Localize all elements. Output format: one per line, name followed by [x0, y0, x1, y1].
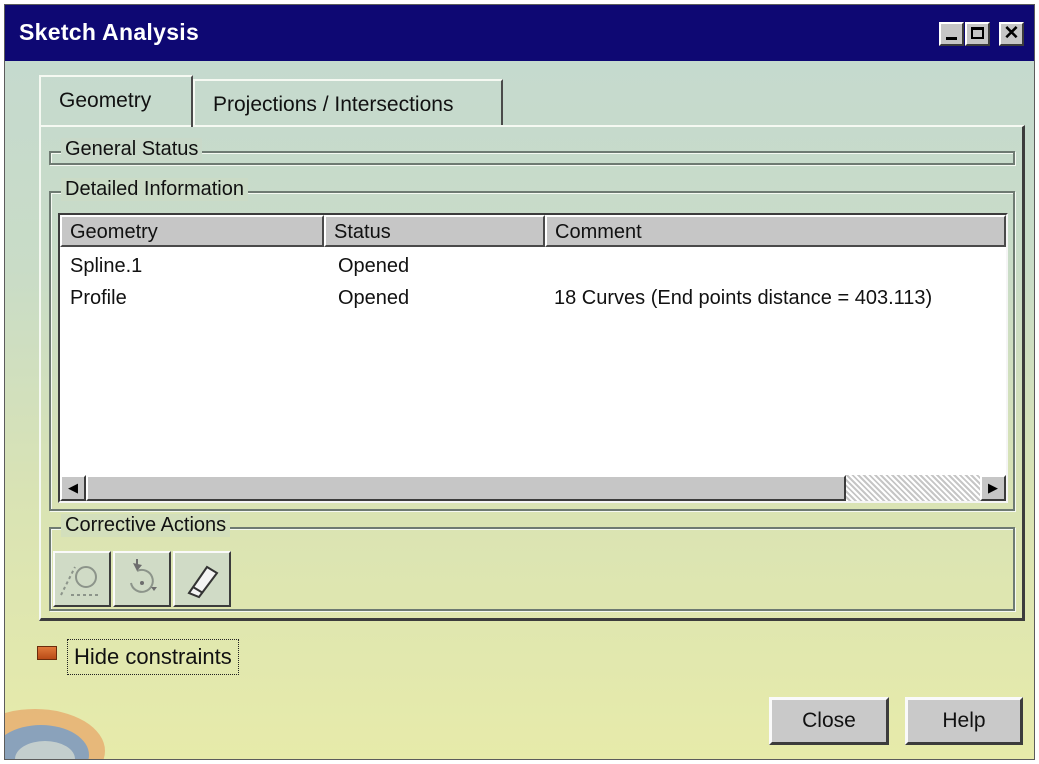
- title-bar[interactable]: Sketch Analysis ✕: [5, 5, 1034, 61]
- eraser-icon: [187, 565, 219, 599]
- corrective-action-button-1[interactable]: [53, 551, 111, 607]
- close-icon: ✕: [1003, 23, 1020, 44]
- tab-geometry[interactable]: Geometry: [39, 75, 193, 127]
- general-status-label: General Status: [61, 138, 203, 161]
- table-row[interactable]: Profile Opened 18 Curves (End points dis…: [60, 287, 1006, 317]
- detailed-information-group: Detailed Information Geometry Status Com…: [49, 178, 1015, 511]
- checkbox-indicator-icon[interactable]: [37, 646, 57, 660]
- geometry-status-list[interactable]: Geometry Status Comment Spline.1 Opened …: [58, 213, 1008, 503]
- corrective-actions-label: Corrective Actions: [61, 514, 231, 537]
- column-header-comment[interactable]: Comment: [545, 215, 1006, 247]
- cell-status: Opened: [338, 287, 410, 309]
- horizontal-scrollbar[interactable]: ◀ ▶: [60, 475, 1006, 501]
- cell-status: Opened: [338, 255, 410, 277]
- window-title: Sketch Analysis: [19, 19, 200, 45]
- maximize-icon: [971, 27, 984, 39]
- table-row[interactable]: Spline.1 Opened: [60, 255, 1006, 285]
- detailed-information-label: Detailed Information: [61, 178, 248, 201]
- logo-icon: [5, 709, 105, 759]
- minimize-button[interactable]: [939, 22, 964, 46]
- scroll-right-button[interactable]: ▶: [980, 475, 1006, 501]
- close-button[interactable]: Close: [769, 697, 889, 745]
- arrow-right-icon: ▶: [988, 480, 998, 495]
- maximize-button[interactable]: [965, 22, 990, 46]
- cell-geometry: Profile: [70, 287, 127, 309]
- corrective-action-button-2[interactable]: [113, 551, 171, 607]
- column-header-geometry[interactable]: Geometry: [60, 215, 324, 247]
- rotate-point-icon: [130, 559, 157, 593]
- scroll-left-button[interactable]: ◀: [60, 475, 86, 501]
- point-circle-icon: [60, 566, 99, 596]
- cell-comment: 18 Curves (End points distance = 403.113…: [554, 287, 933, 309]
- tab-panel: General Status Detailed Information Geom…: [39, 125, 1025, 621]
- cell-geometry: Spline.1: [70, 255, 143, 277]
- help-button[interactable]: Help: [905, 697, 1023, 745]
- arrow-left-icon: ◀: [68, 480, 78, 495]
- corrective-actions-group: Corrective Actions: [49, 514, 1015, 611]
- scroll-track[interactable]: [846, 475, 980, 501]
- tab-projections-intersections[interactable]: Projections / Intersections: [193, 79, 503, 125]
- scroll-thumb[interactable]: [86, 475, 846, 501]
- corrective-action-button-3[interactable]: [173, 551, 231, 607]
- minimize-icon: [946, 37, 957, 40]
- close-window-button[interactable]: ✕: [999, 22, 1024, 46]
- sketch-analysis-window: Sketch Analysis ✕ Geometry Projections /…: [4, 4, 1035, 760]
- column-header-status[interactable]: Status: [324, 215, 545, 247]
- general-status-group: General Status: [49, 138, 1015, 165]
- hide-constraints-label[interactable]: Hide constraints: [67, 639, 239, 675]
